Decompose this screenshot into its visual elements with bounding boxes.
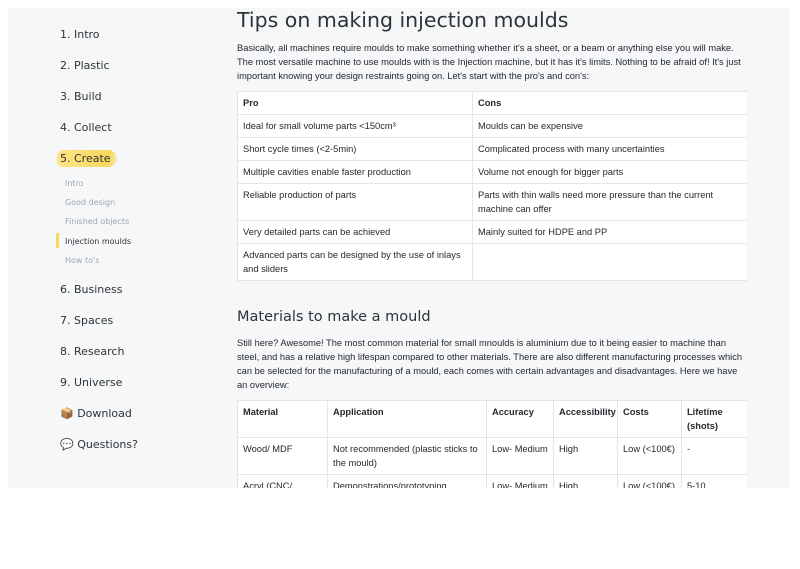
table-cell: Very detailed parts can be achieved <box>237 220 473 244</box>
table-header-row: Pro Cons <box>237 91 747 115</box>
sidebar-item-build[interactable]: 3. Build <box>60 90 102 103</box>
section-heading-materials: Materials to make a mould <box>237 309 431 325</box>
column-header-lifetime: Lifetime (shots) <box>681 400 747 438</box>
sidebar-item-business[interactable]: 6. Business <box>60 283 123 296</box>
sidebar-item-plastic[interactable]: 2. Plastic <box>60 59 110 72</box>
active-subitem-indicator <box>56 233 59 248</box>
page-title: Tips on making injection moulds <box>237 8 569 32</box>
main-content: Tips on making injection moulds Basicall… <box>237 8 747 488</box>
table-cell: Low- Medium <box>486 474 554 488</box>
sidebar-nav: 1. Intro 2. Plastic 3. Build 4. Collect … <box>8 8 218 488</box>
table-cell: Low- Medium <box>486 437 554 475</box>
sidebar-item-research[interactable]: 8. Research <box>60 345 124 358</box>
table-cell: Complicated process with many uncertaint… <box>472 137 747 161</box>
sidebar-subitem-finished-objects[interactable]: Finished objects <box>65 217 129 226</box>
table-row: Reliable production of parts Parts with … <box>237 183 747 221</box>
table-row: Ideal for small volume parts <150cm³ Mou… <box>237 114 747 138</box>
sidebar-item-universe[interactable]: 9. Universe <box>60 376 122 389</box>
table-cell: Low (<100€) <box>617 437 682 475</box>
table-cell: Mainly suited for HDPE and PP <box>472 220 747 244</box>
sidebar-subitem-good-design[interactable]: Good design <box>65 198 115 207</box>
table-cell: High <box>553 474 618 488</box>
sidebar-item-questions[interactable]: 💬 Questions? <box>60 438 138 451</box>
table-cell: Acryl (CNC/ <box>237 474 328 488</box>
column-header-costs: Costs <box>617 400 682 438</box>
column-header-accuracy: Accuracy <box>486 400 554 438</box>
materials-paragraph: Still here? Awesome! The most common mat… <box>237 338 743 390</box>
table-header-row: Material Application Accuracy Accessibil… <box>237 400 747 438</box>
table-row: Wood/ MDF Not recommended (plastic stick… <box>237 437 747 475</box>
table-cell: Advanced parts can be designed by the us… <box>237 243 473 281</box>
sidebar-subitem-injection-moulds[interactable]: Injection moulds <box>65 237 131 246</box>
intro-paragraph: Basically, all machines require moulds t… <box>237 43 741 81</box>
table-row: Acryl (CNC/ Demonstrations/prototyping L… <box>237 474 747 488</box>
column-header-material: Material <box>237 400 328 438</box>
sidebar-item-create[interactable]: 5. Create <box>57 150 117 167</box>
sidebar-item-collect[interactable]: 4. Collect <box>60 121 112 134</box>
pros-cons-table: Pro Cons Ideal for small volume parts <1… <box>237 91 747 281</box>
table-cell: Parts with thin walls need more pressure… <box>472 183 747 221</box>
table-cell: Reliable production of parts <box>237 183 473 221</box>
table-cell: Ideal for small volume parts <150cm³ <box>237 114 473 138</box>
table-row: Multiple cavities enable faster producti… <box>237 160 747 184</box>
column-header-cons: Cons <box>472 91 747 115</box>
table-cell: Not recommended (plastic sticks to the m… <box>327 437 487 475</box>
table-cell: Demonstrations/prototyping <box>327 474 487 488</box>
table-cell: Low (<100€) <box>617 474 682 488</box>
column-header-accessibility: Accessibility <box>553 400 618 438</box>
table-row: Advanced parts can be designed by the us… <box>237 243 747 281</box>
sidebar-item-create-label: 5. Create <box>57 150 117 167</box>
table-row: Very detailed parts can be achieved Main… <box>237 220 747 244</box>
sidebar-item-intro[interactable]: 1. Intro <box>60 28 100 41</box>
table-row: Short cycle times (<2-5min) Complicated … <box>237 137 747 161</box>
table-cell: Multiple cavities enable faster producti… <box>237 160 473 184</box>
sidebar-subitem-intro[interactable]: Intro <box>65 179 84 188</box>
table-cell: 5-10 <box>681 474 747 488</box>
table-cell: Short cycle times (<2-5min) <box>237 137 473 161</box>
column-header-application: Application <box>327 400 487 438</box>
table-cell: Volume not enough for bigger parts <box>472 160 747 184</box>
page: 1. Intro 2. Plastic 3. Build 4. Collect … <box>8 8 790 488</box>
materials-table: Material Application Accuracy Accessibil… <box>237 400 747 488</box>
table-cell <box>472 243 747 281</box>
table-cell: High <box>553 437 618 475</box>
table-cell: - <box>681 437 747 475</box>
table-cell: Wood/ MDF <box>237 437 328 475</box>
sidebar-item-download[interactable]: 📦 Download <box>60 407 132 420</box>
sidebar-item-spaces[interactable]: 7. Spaces <box>60 314 113 327</box>
sidebar-subitem-how-tos[interactable]: How to's <box>65 256 99 265</box>
column-header-pro: Pro <box>237 91 473 115</box>
table-cell: Moulds can be expensive <box>472 114 747 138</box>
